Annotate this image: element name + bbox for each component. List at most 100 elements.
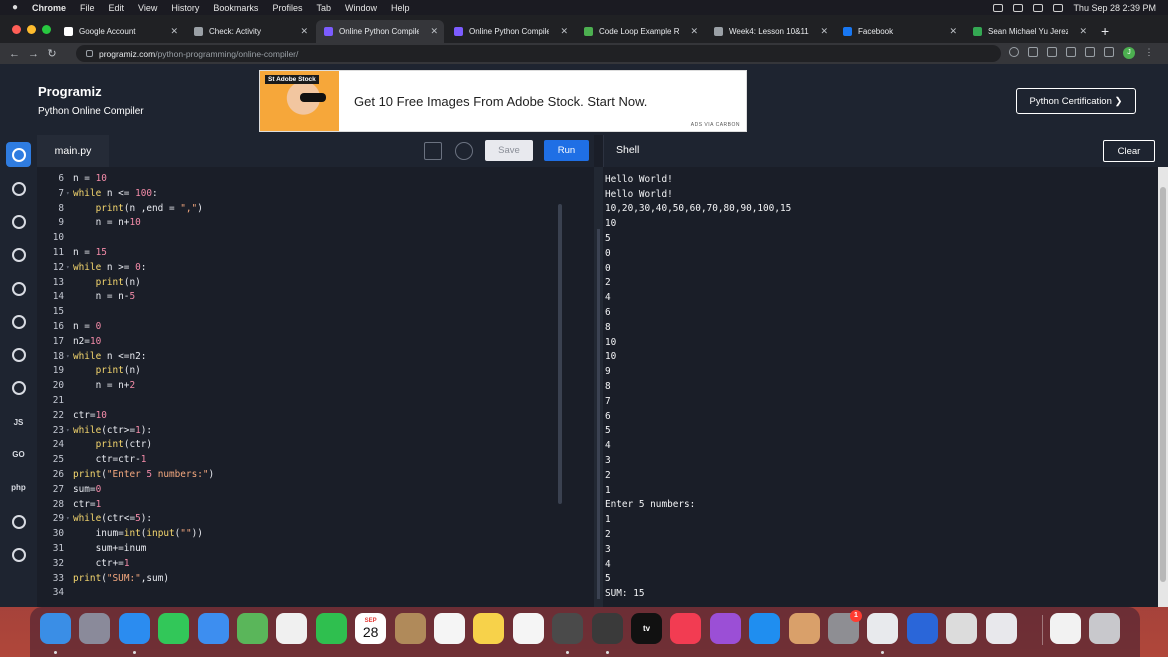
tab-close-icon[interactable]: ✕	[949, 26, 957, 37]
code-line[interactable]: 31 sum+=inum	[37, 542, 594, 557]
rail-item-0[interactable]	[6, 142, 31, 167]
code-editor[interactable]: 6n = 10 7 ▾ while n <= 100: 8 print(n ,end =…	[37, 167, 594, 607]
tab-close-icon[interactable]: ✕	[690, 26, 698, 37]
document-icon[interactable]	[1050, 613, 1081, 644]
facetime-icon[interactable]	[315, 613, 347, 644]
code-line[interactable]: 14 n = n-5	[37, 290, 594, 305]
shell-scrollbar-thumb[interactable]	[1160, 187, 1166, 582]
rail-item-8[interactable]: JS	[6, 410, 31, 435]
code-line[interactable]: 34	[37, 586, 594, 601]
appstore-icon[interactable]	[749, 613, 781, 644]
code-line[interactable]: 22 ctr=10	[37, 409, 594, 424]
tab-close-icon[interactable]: ✕	[820, 26, 828, 37]
messages-icon[interactable]	[158, 613, 190, 644]
code-line[interactable]: 30 inum=int(input(""))	[37, 527, 594, 542]
zoom-icon[interactable]	[1028, 47, 1038, 57]
rail-item-12[interactable]	[6, 542, 31, 567]
tab-close-icon[interactable]: ✕	[1079, 26, 1087, 37]
menu-help[interactable]: Help	[391, 3, 410, 13]
photos-icon[interactable]	[276, 613, 308, 644]
menu-history[interactable]: History	[171, 3, 199, 13]
settings-icon[interactable]: 1	[828, 610, 862, 644]
xcode-app-icon[interactable]	[906, 613, 938, 644]
search-icon[interactable]	[1033, 3, 1044, 12]
code-line[interactable]: 15	[37, 305, 594, 320]
divider-handle[interactable]	[597, 229, 600, 599]
fold-arrow-icon[interactable]: ▾	[66, 350, 70, 365]
notes-icon[interactable]	[473, 613, 505, 644]
code-line[interactable]: 27 sum=0	[37, 483, 594, 498]
code-line[interactable]: 33 print("SUM:",sum)	[37, 572, 594, 587]
sidepanel-icon[interactable]	[1104, 47, 1114, 57]
back-icon[interactable]: ←	[9, 48, 20, 60]
podcasts-icon[interactable]	[709, 613, 741, 644]
menu-file[interactable]: File	[80, 3, 95, 13]
code-line[interactable]: 17 n2=10	[37, 335, 594, 350]
share-icon[interactable]	[1047, 47, 1057, 57]
wifi-icon[interactable]	[1013, 3, 1024, 12]
bookmark-star-icon[interactable]	[1066, 47, 1076, 57]
browser-tab[interactable]: Code Loop Example Requ ✕	[576, 20, 704, 43]
code-line[interactable]: 21	[37, 394, 594, 409]
code-line[interactable]: 20 n = n+2	[37, 379, 594, 394]
tab-close-icon[interactable]: ✕	[560, 26, 568, 37]
code-line[interactable]: 19 print(n)	[37, 364, 594, 379]
rail-item-9[interactable]: GO	[6, 442, 31, 467]
finder-icon[interactable]	[40, 613, 71, 644]
fold-arrow-icon[interactable]: ▾	[66, 261, 70, 276]
code-line[interactable]: 29 ▾ while(ctr<=5):	[37, 512, 594, 527]
trash-icon[interactable]	[1089, 613, 1121, 644]
browser-tab[interactable]: Facebook ✕	[835, 20, 963, 43]
rail-item-1[interactable]	[6, 176, 31, 201]
chrome-icon[interactable]	[867, 613, 899, 644]
browser-tab[interactable]: Check: Activity ✕	[186, 20, 314, 43]
code-line[interactable]: 18 ▾ while n <=n2:	[37, 350, 594, 365]
tab-close-icon[interactable]: ✕	[170, 26, 178, 37]
code-line[interactable]: 8 print(n ,end = ",")	[37, 202, 594, 217]
theme-toggle-icon[interactable]	[455, 142, 473, 160]
ad-footer[interactable]: ADS VIA CARBON	[691, 122, 740, 128]
code-line[interactable]: 6 n = 10	[37, 172, 594, 187]
forward-icon[interactable]: →	[28, 48, 39, 60]
menu-bookmarks[interactable]: Bookmarks	[213, 3, 258, 13]
kebab-menu-icon[interactable]: ⋮	[1144, 47, 1154, 57]
rail-item-6[interactable]	[6, 342, 31, 367]
music-icon[interactable]	[670, 613, 702, 644]
fold-arrow-icon[interactable]: ▾	[66, 424, 70, 439]
editor-scrollbar[interactable]	[558, 204, 562, 504]
code-line[interactable]: 26 print("Enter 5 numbers:")	[37, 468, 594, 483]
site-info-icon[interactable]	[86, 50, 93, 57]
rail-item-4[interactable]	[6, 276, 31, 301]
close-window-icon[interactable]	[12, 25, 21, 34]
save-button[interactable]: Save	[485, 140, 533, 161]
browser-tab[interactable]: Google Account ✕	[56, 20, 184, 43]
rail-item-10[interactable]: php	[6, 475, 31, 500]
browser-tab[interactable]: Online Python Compiler (I ✕	[446, 20, 574, 43]
browser-tab[interactable]: Sean Michael Yu Jerez - C ✕	[965, 20, 1093, 43]
python-certification-button[interactable]: Python Certification ❯	[1016, 88, 1136, 114]
ad-banner[interactable]: St Adobe Stock Get 10 Free Images From A…	[259, 70, 747, 132]
programiz-logo[interactable]: Programiz	[38, 84, 102, 99]
code-line[interactable]: 23 ▾ while(ctr>=1):	[37, 424, 594, 439]
code-line[interactable]: 11 n = 15	[37, 246, 594, 261]
calendar-icon[interactable]: SEP 28	[355, 613, 387, 644]
code-line[interactable]: 32 ctr+=1	[37, 557, 594, 572]
control-center-icon[interactable]	[1053, 3, 1064, 12]
menu-window[interactable]: Window	[345, 3, 377, 13]
menu-view[interactable]: View	[138, 3, 157, 13]
code-line[interactable]: 9 n = n+10	[37, 216, 594, 231]
reload-icon[interactable]: ↻	[47, 47, 57, 60]
rail-item-3[interactable]	[6, 242, 31, 267]
code-line[interactable]: 13 print(n)	[37, 276, 594, 291]
clear-button[interactable]: Clear	[1103, 140, 1155, 162]
chess-icon[interactable]	[946, 613, 978, 644]
apple-icon[interactable]: ●	[12, 2, 26, 13]
extensions-icon[interactable]	[1085, 47, 1095, 57]
maximize-window-icon[interactable]	[42, 25, 51, 34]
new-tab-button[interactable]: +	[1101, 24, 1109, 38]
reminders-icon[interactable]	[434, 613, 465, 644]
code-line[interactable]: 12 ▾ while n >= 0:	[37, 261, 594, 276]
menu-edit[interactable]: Edit	[109, 3, 125, 13]
contacts-icon[interactable]	[394, 613, 426, 644]
rail-item-7[interactable]	[6, 375, 31, 400]
